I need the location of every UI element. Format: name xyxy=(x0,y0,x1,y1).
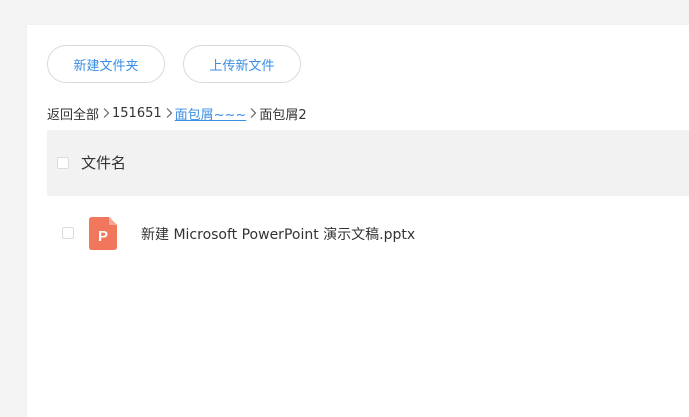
ppt-file-icon: P xyxy=(89,217,117,250)
upload-file-button[interactable]: 上传新文件 xyxy=(183,45,301,83)
upload-file-button-label: 上传新文件 xyxy=(209,58,275,74)
breadcrumb-back-all[interactable]: 返回全部 xyxy=(47,104,99,123)
chevron-right-icon xyxy=(166,108,173,118)
table-row[interactable]: P 新建 Microsoft PowerPoint 演示文稿.pptx xyxy=(47,208,689,260)
ppt-icon-letter: P xyxy=(98,228,108,245)
file-manager-panel: 新建文件夹 上传新文件 返回全部 151651 面包屑~~~ 面包屑2 文件名 … xyxy=(27,25,689,417)
chevron-right-icon xyxy=(250,108,257,118)
breadcrumb-current: 面包屑2 xyxy=(259,107,307,123)
breadcrumb-item-link[interactable]: 面包屑~~~ xyxy=(175,104,247,123)
breadcrumb-item-151651[interactable]: 151651 xyxy=(112,106,162,121)
new-folder-button-label: 新建文件夹 xyxy=(73,58,139,74)
table-header: 文件名 xyxy=(47,130,689,196)
row-checkbox[interactable] xyxy=(62,227,74,239)
column-header-filename: 文件名 xyxy=(81,154,127,172)
new-folder-button[interactable]: 新建文件夹 xyxy=(47,45,165,83)
select-all-checkbox[interactable] xyxy=(57,157,69,169)
file-name[interactable]: 新建 Microsoft PowerPoint 演示文稿.pptx xyxy=(141,224,415,244)
chevron-right-icon xyxy=(103,108,110,118)
breadcrumb: 返回全部 151651 面包屑~~~ 面包屑2 xyxy=(47,104,307,123)
